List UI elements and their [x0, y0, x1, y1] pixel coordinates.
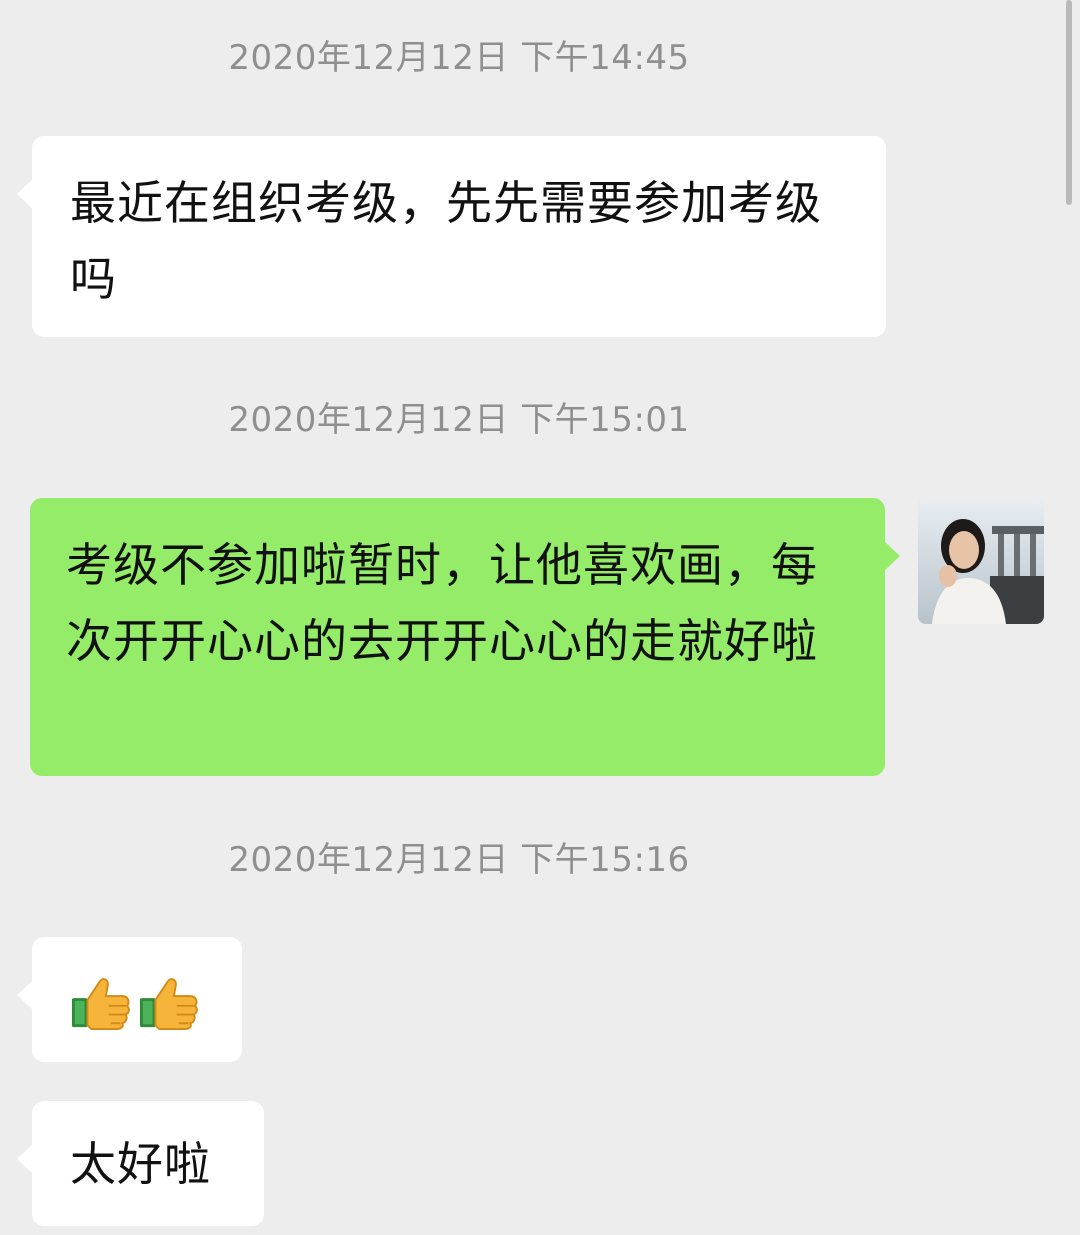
bubble-tail: [17, 1144, 33, 1174]
bubble-tail: [884, 541, 900, 571]
bubble-tail: [17, 980, 33, 1010]
outgoing-message-bubble[interactable]: 考级不参加啦暂时，让他喜欢画，每次开开心心的去开开心心的走就好啦: [30, 498, 900, 776]
scrollbar[interactable]: [1066, 0, 1072, 205]
timestamp-3: 2020年12月12日 下午15:16: [228, 840, 690, 880]
incoming-message-bubble[interactable]: 最近在组织考级，先先需要参加考级吗: [17, 136, 886, 337]
thumbs-up-emoji: [139, 977, 198, 1030]
timestamp-1: 2020年12月12日 下午14:45: [228, 38, 690, 78]
message-text: 最近在组织考级，先先需要参加考级吗: [70, 176, 822, 306]
user-avatar[interactable]: [918, 498, 1044, 624]
message-text: 考级不参加啦暂时，让他喜欢画，每次开开心心的去开开心心的走就好啦: [66, 538, 818, 668]
timestamp-2: 2020年12月12日 下午15:01: [228, 400, 690, 440]
message-text: 太好啦: [70, 1136, 211, 1191]
emoji-row: [70, 937, 204, 1062]
incoming-emoji-bubble[interactable]: [17, 937, 242, 1062]
incoming-message-bubble[interactable]: 太好啦: [17, 1101, 264, 1226]
thumbs-up-emoji: [71, 977, 130, 1030]
avatar-photo: [918, 498, 1044, 624]
bubble-tail: [17, 179, 33, 209]
